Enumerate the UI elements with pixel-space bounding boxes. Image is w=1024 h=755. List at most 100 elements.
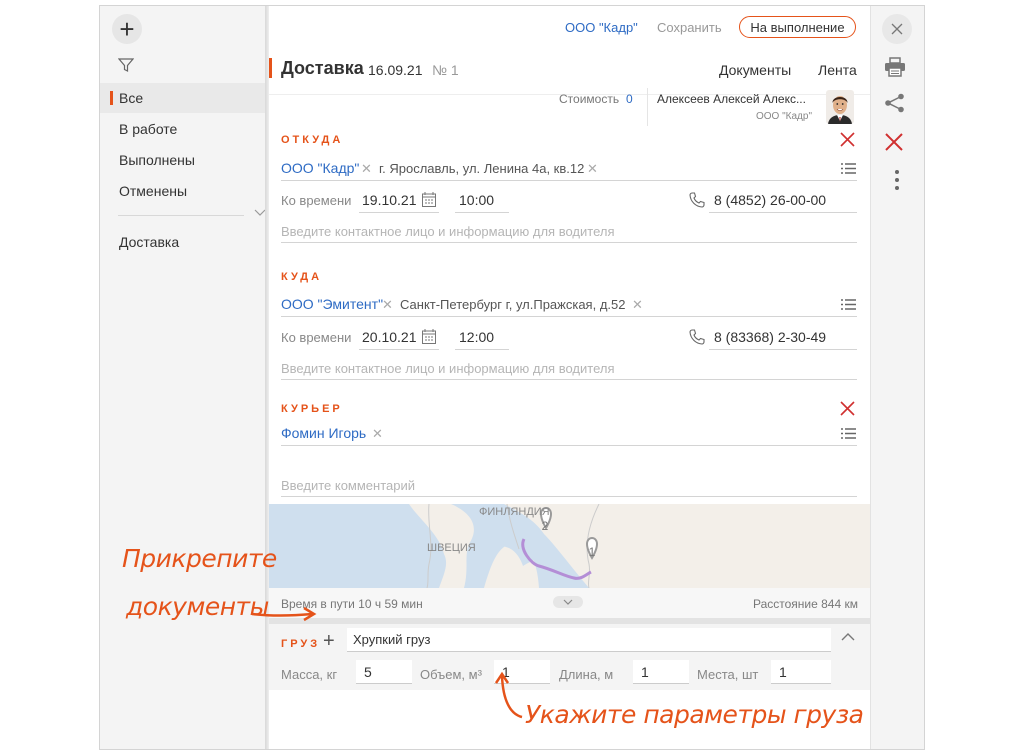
comment-input[interactable]: Введите комментарий: [281, 478, 415, 493]
from-date[interactable]: 19.10.21: [362, 192, 417, 208]
to-date[interactable]: 20.10.21: [362, 329, 417, 345]
feed-link[interactable]: Лента: [818, 62, 857, 78]
avatar[interactable]: [826, 90, 854, 124]
page-title: Доставка: [281, 58, 364, 78]
remove-address-icon[interactable]: ✕: [632, 297, 643, 313]
field-underline: [281, 496, 857, 497]
org-link[interactable]: ООО "Кадр": [565, 20, 638, 35]
annotation-cargo-params: Укажите параметры груза: [525, 700, 864, 729]
list-icon[interactable]: [841, 299, 856, 310]
list-icon[interactable]: [841, 163, 856, 174]
chevron-up-icon[interactable]: [841, 632, 855, 641]
documents-link[interactable]: Документы: [719, 62, 791, 78]
to-phone[interactable]: 8 (83368) 2-30-49: [714, 329, 826, 345]
cost-label: Стоимость: [559, 92, 620, 106]
from-address[interactable]: г. Ярославль, ул. Ленина 4а, кв.12: [379, 161, 584, 176]
save-button[interactable]: Сохранить: [657, 20, 722, 35]
sidebar: + Все В работе Выполнены Отменены Достав…: [100, 6, 266, 749]
from-contact-input[interactable]: Введите контактное лицо и информацию для…: [281, 224, 615, 239]
field-underline: [709, 212, 857, 213]
from-phone[interactable]: 8 (4852) 26-00-00: [714, 192, 826, 208]
mass-label: Масса, кг: [281, 667, 338, 682]
sidebar-item-in-progress[interactable]: В работе: [100, 114, 265, 144]
mass-input[interactable]: 5: [356, 660, 412, 684]
cargo-section-title: ГРУЗ: [281, 638, 321, 650]
field-underline: [359, 212, 439, 213]
map-marker-1[interactable]: 1: [585, 545, 599, 559]
remove-courier-icon[interactable]: ✕: [372, 426, 383, 442]
field-underline: [281, 180, 857, 181]
doc-number[interactable]: № 1: [432, 62, 459, 78]
remove-org-icon[interactable]: ✕: [361, 161, 372, 177]
to-section-title: КУДА: [281, 271, 323, 283]
calendar-icon[interactable]: [422, 192, 436, 207]
from-time[interactable]: 10:00: [459, 192, 494, 208]
map-label-finland: ФИНЛЯНДИЯ: [479, 506, 550, 518]
from-section-title: ОТКУДА: [281, 134, 344, 146]
time-label: Ко времени: [281, 193, 352, 208]
sidebar-item-done[interactable]: Выполнены: [100, 145, 265, 175]
time-label: Ко времени: [281, 330, 352, 345]
add-cargo-icon[interactable]: +: [323, 630, 335, 653]
sidebar-item-delivery[interactable]: Доставка: [100, 227, 265, 257]
list-icon[interactable]: [841, 428, 856, 439]
places-input[interactable]: 1: [771, 660, 831, 684]
delete-icon[interactable]: [840, 132, 855, 147]
phone-icon: [689, 329, 705, 345]
courier-section-title: КУРЬЕР: [281, 403, 343, 415]
action-rail: [870, 6, 924, 749]
courier-name[interactable]: Фомин Игорь: [281, 425, 366, 441]
remove-org-icon[interactable]: ✕: [382, 297, 393, 313]
phone-icon: [689, 192, 705, 208]
sidebar-item-label: В работе: [119, 121, 178, 137]
map-toggle[interactable]: [553, 596, 583, 608]
field-underline: [455, 212, 509, 213]
field-underline: [281, 242, 857, 243]
divider: [647, 88, 648, 126]
delete-icon[interactable]: [884, 132, 904, 152]
to-address[interactable]: Санкт-Петербург г, ул.Пражская, д.52: [400, 297, 625, 312]
remove-address-icon[interactable]: ✕: [587, 161, 598, 177]
length-label: Длина, м: [559, 667, 614, 682]
from-org[interactable]: ООО "Кадр": [281, 160, 359, 176]
more-icon[interactable]: [895, 170, 899, 190]
sidebar-item-label: Выполнены: [119, 152, 195, 168]
sidebar-item-label: Отменены: [119, 183, 188, 199]
share-icon[interactable]: [884, 93, 906, 113]
annotation-attach-docs: документы: [126, 592, 269, 621]
close-button[interactable]: [882, 14, 912, 44]
arrow-icon: [495, 671, 523, 719]
to-org[interactable]: ООО "Эмитент": [281, 296, 383, 312]
cargo-description-input[interactable]: Хрупкий груз: [347, 628, 831, 652]
field-underline: [359, 349, 439, 350]
sidebar-item-label: Все: [119, 90, 144, 106]
add-button[interactable]: +: [112, 14, 142, 44]
doc-date[interactable]: 16.09.21: [368, 62, 423, 78]
title-accent: [269, 58, 272, 78]
to-time[interactable]: 12:00: [459, 329, 494, 345]
to-contact-input[interactable]: Введите контактное лицо и информацию для…: [281, 361, 615, 376]
calendar-icon[interactable]: [422, 329, 436, 344]
map-marker-2[interactable]: 2: [538, 519, 552, 533]
responsible-user-org: ООО "Кадр": [756, 111, 812, 122]
length-input[interactable]: 1: [633, 660, 689, 684]
chevron-down-icon: [563, 599, 573, 605]
responsible-user-name[interactable]: Алексеев Алексей Алекс...: [657, 92, 806, 106]
route-summary: Время в пути 10 ч 59 мин Расстояние 844 …: [269, 588, 870, 618]
field-underline: [709, 349, 857, 350]
cost-value[interactable]: 0: [626, 92, 633, 106]
places-label: Места, шт: [697, 667, 759, 682]
volume-label: Объем, м³: [420, 667, 482, 682]
delete-icon[interactable]: [840, 401, 855, 416]
sidebar-item-all[interactable]: Все: [100, 83, 265, 113]
app-window: + Все В работе Выполнены Отменены Достав…: [99, 5, 925, 750]
run-button[interactable]: На выполнение: [739, 16, 856, 38]
map-label-sweden: ШВЕЦИЯ: [427, 542, 476, 554]
printer-icon[interactable]: [884, 57, 906, 77]
field-underline: [455, 349, 509, 350]
distance: Расстояние 844 км: [752, 597, 858, 611]
sidebar-item-cancelled[interactable]: Отменены: [100, 176, 265, 206]
route-map[interactable]: ФИНЛЯНДИЯ ШВЕЦИЯ 2 1: [269, 504, 870, 588]
sidebar-item-label: Доставка: [119, 234, 180, 250]
filter-icon[interactable]: [118, 57, 134, 73]
